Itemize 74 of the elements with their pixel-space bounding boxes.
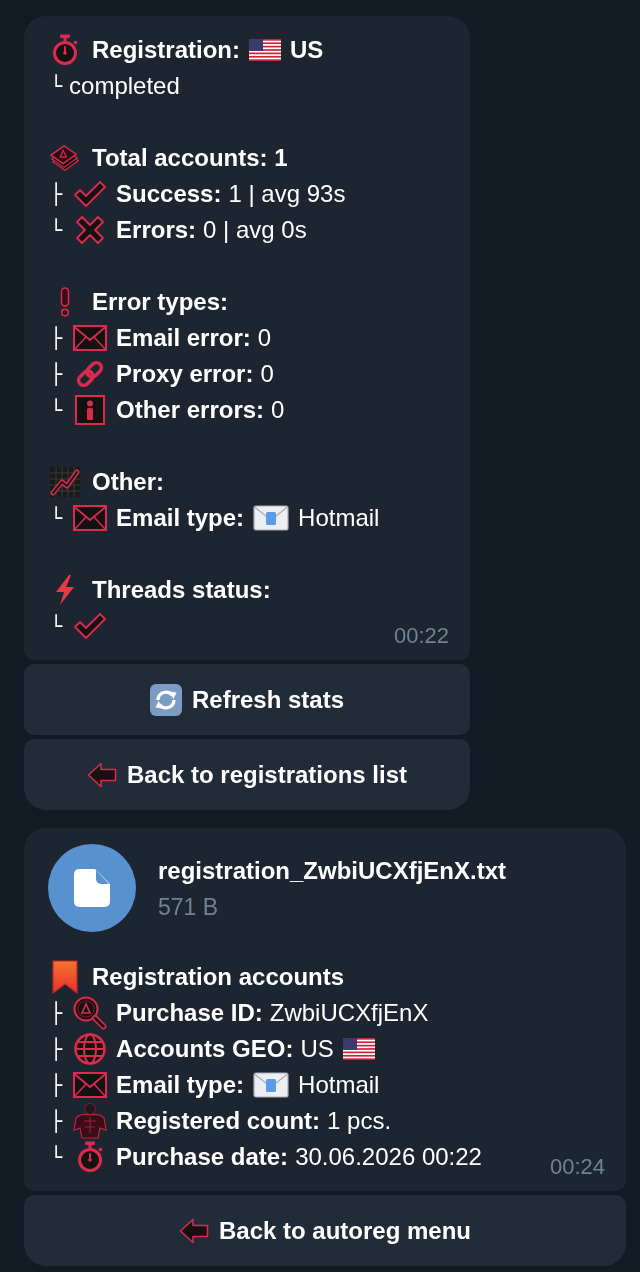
magnifier-icon — [73, 996, 108, 1030]
refresh-button[interactable]: Refresh stats — [24, 664, 470, 735]
field-label: Proxy error: — [116, 360, 254, 388]
field-label: Purchase date: — [116, 1143, 289, 1171]
cross-icon — [74, 215, 107, 245]
section-heading: Error types: — [92, 288, 229, 316]
envelope-icon — [73, 1072, 108, 1098]
document-icon[interactable] — [48, 844, 136, 932]
message-time: 00:22 — [393, 624, 449, 648]
tree-connector: ├ — [50, 1037, 63, 1061]
field-value: 1 | avg 93s — [228, 180, 346, 208]
message-time: 00:24 — [549, 1155, 605, 1179]
field-label: Success: — [116, 180, 222, 208]
section-heading: Registration accounts — [92, 963, 345, 991]
exclamation-icon — [59, 287, 71, 317]
field-value: 0 — [257, 324, 272, 352]
field-value: ZwbiUCXfjEnX — [269, 999, 429, 1027]
file-size: 571 B — [158, 893, 219, 922]
back-button[interactable]: Back to registrations list — [24, 739, 470, 810]
check-icon — [73, 612, 108, 640]
tree-connector: └ — [50, 74, 63, 98]
tree-connector: ├ — [50, 182, 63, 206]
email-icon — [253, 505, 290, 531]
email-icon — [253, 1072, 290, 1098]
tree-connector: └ — [50, 1145, 63, 1169]
section-heading: Other: — [92, 468, 164, 496]
field-value: US — [300, 1035, 334, 1063]
envelope-icon — [73, 325, 108, 351]
bookmark-icon — [51, 960, 79, 994]
section-heading: Total accounts: 1 — [92, 144, 288, 172]
field-value: Hotmail — [298, 504, 380, 532]
chart-icon — [50, 467, 80, 497]
field-label: Email type: — [116, 1071, 245, 1099]
field-label: Accounts GEO: — [116, 1035, 294, 1063]
field-label: Email error: — [116, 324, 251, 352]
info-icon — [75, 395, 106, 425]
cards-icon — [50, 144, 80, 172]
field-value: 0 | avg 0s — [203, 216, 307, 244]
status-text: completed — [69, 72, 180, 100]
back-button[interactable]: Back to autoreg menu — [24, 1195, 626, 1266]
tree-connector: ├ — [50, 1109, 63, 1133]
field-label: Email type: — [116, 504, 245, 532]
file-name: registration_ZwbiUCXfjEnX.txt — [158, 856, 507, 886]
refresh-icon — [149, 683, 182, 716]
field-label: Errors: — [116, 216, 197, 244]
section-heading: Threads status: — [92, 576, 271, 604]
envelope-icon — [73, 505, 108, 531]
bodybuilder-icon — [73, 1103, 108, 1139]
left-arrow-icon — [178, 1217, 209, 1244]
field-value: 0 — [271, 396, 285, 424]
flag-icon — [342, 1038, 375, 1060]
field-value: 0 — [260, 360, 274, 388]
field-value: Hotmail — [298, 1071, 380, 1099]
heading-value: US — [290, 36, 324, 64]
tree-connector: └ — [50, 398, 63, 422]
field-label: Other errors: — [116, 396, 265, 424]
field-label: Registered count: — [116, 1107, 321, 1135]
tree-connector: └ — [50, 218, 63, 242]
field-label: Purchase ID: — [116, 999, 263, 1027]
tree-connector: ├ — [50, 1073, 63, 1097]
tree-connector: ├ — [50, 362, 63, 386]
left-arrow-icon — [86, 761, 117, 788]
stopwatch-icon — [50, 34, 80, 66]
globe-icon — [74, 1033, 107, 1065]
field-value: 30.06.2026 00:22 — [295, 1143, 482, 1171]
lightning-icon — [54, 575, 76, 605]
tree-connector: └ — [50, 614, 63, 638]
tree-connector: ├ — [50, 326, 63, 350]
field-value: 1 pcs. — [327, 1107, 392, 1135]
flag-icon — [249, 39, 281, 61]
check-icon — [73, 180, 108, 208]
tree-connector: └ — [50, 506, 63, 530]
section-heading: Registration: — [92, 36, 240, 64]
tree-connector: ├ — [50, 1001, 63, 1025]
